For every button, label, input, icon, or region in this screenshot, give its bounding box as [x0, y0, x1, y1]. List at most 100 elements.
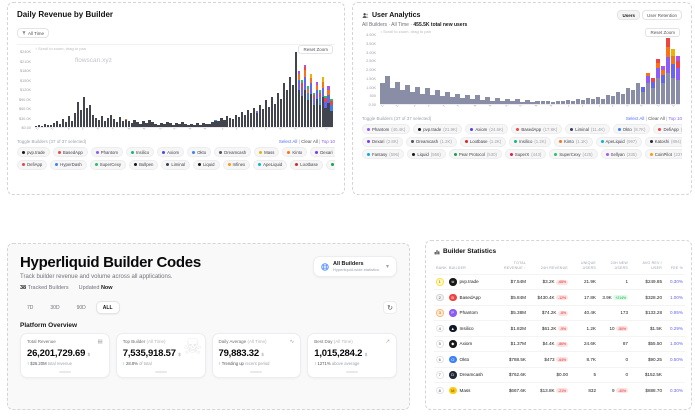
builder-legend-chip[interactable]: Liquid(556) [407, 149, 446, 159]
range-30d-button[interactable]: 30D [43, 301, 66, 314]
builder-legend-chip[interactable]: Okto(8.7K) [613, 124, 651, 134]
builder-legend-chip[interactable]: DefiApp(2.7K) [653, 124, 682, 134]
chart-bar [395, 35, 400, 104]
builder-legend-chip[interactable]: BasedApp(17.8K) [511, 124, 562, 134]
users-panel-title: User Analytics [372, 12, 420, 19]
top-10-link[interactable]: Top 10 [321, 139, 335, 144]
builder-legend-chip[interactable]: SuperCexy [90, 160, 126, 170]
table-row[interactable]: 1☠pvp.trade$7.54M$3.2K-68%21.9K1$249.850… [434, 274, 685, 290]
builder-legend-chip[interactable]: Dexari [310, 147, 335, 157]
builder-legend-chip[interactable]: CoinPilot(237) [645, 149, 682, 159]
builder-legend-chip[interactable]: Pear Protocol(530) [449, 149, 502, 159]
range-7d-button[interactable]: 7D [20, 301, 40, 314]
daily-average-value: 79,883.32 $ [219, 348, 295, 359]
builder-legend-chip[interactable]: Lootbase [290, 160, 323, 170]
builder-legend-chip[interactable]: pvp.trade(21.9K) [413, 124, 462, 134]
builder-legend-chip[interactable]: Dexari(2.8K) [362, 137, 403, 147]
clear-all-link[interactable]: Clear All [648, 116, 665, 121]
builder-legend-chip[interactable]: Okto [187, 147, 211, 157]
column-header[interactable]: Total Revenue ↕ [494, 259, 528, 274]
builder-legend-chip[interactable]: Pear Protocol [326, 160, 335, 170]
table-row[interactable]: 5◆Axiom$1.37M$4.4K-86%24.6K87$55.501.00% [434, 336, 685, 352]
fee-percent-link[interactable]: 0.50% [670, 357, 683, 362]
table-row[interactable]: 4▲Insilico$1.82M$61.2K-9%1.2K10-50%$1.5K… [434, 321, 685, 337]
builder-legend-chip[interactable]: SuperX(443) [505, 149, 546, 159]
builder-select-dropdown[interactable]: All Builders Hyperliquid-wide statistics… [313, 256, 397, 277]
builder-legend-chip[interactable]: Dreamcash(1.2K) [406, 137, 457, 147]
revenue-chart-plot[interactable] [35, 52, 333, 128]
builder-legend-chip[interactable]: BasedApp [53, 147, 88, 157]
total-revenue-cell: $7.54M [494, 274, 528, 290]
builder-legend-chip[interactable]: SuperCexy(425) [549, 149, 597, 159]
chart-bar [430, 35, 435, 104]
arrow-up-right-icon: ↗ [385, 339, 390, 345]
column-header: Fee % [664, 259, 685, 274]
select-all-link[interactable]: Select All [626, 116, 645, 121]
clear-all-link[interactable]: Clear All [301, 139, 318, 144]
x-tick-label: Aug 15 [293, 128, 308, 134]
fee-percent-link[interactable]: 0.29% [670, 326, 683, 331]
table-row[interactable]: 3PPhantom$5.38M$74.2K-8%40.4K173$133.280… [434, 305, 685, 321]
users-chart-plot[interactable] [380, 35, 680, 105]
builder-legend-chip[interactable]: Mass [254, 147, 279, 157]
users-tab-button[interactable]: Users [617, 10, 640, 20]
fee-percent-link[interactable]: 0.30% [670, 279, 683, 284]
builder-name: Okto [460, 357, 470, 362]
table-row[interactable]: 6OOkto$788.5K$473-64%8.7K0$90.250.50% [434, 352, 685, 368]
builder-legend-chip[interactable]: Axiom [157, 147, 184, 157]
builder-legend-chip[interactable]: Axiom(24.6K) [465, 124, 508, 134]
builder-name: Mass [460, 388, 471, 393]
card-label: Total Revenue [27, 339, 103, 344]
x-tick-label: Jun 15 [234, 128, 248, 134]
builder-legend-chip[interactable]: Lootbase(1.2K) [460, 137, 506, 147]
builder-legend-chip[interactable]: Sellyan(335) [601, 149, 642, 159]
table-row[interactable]: 2BBasedApp$5.84M$430.4K-12%17.8K3.9K+214… [434, 290, 685, 306]
builder-legend-chip[interactable]: pvp.trade [17, 147, 50, 157]
builder-legend-chip[interactable]: HyperDash [50, 160, 87, 170]
fee-percent-link[interactable]: 0.95% [670, 310, 683, 315]
fee-percent-link[interactable]: 1.00% [670, 295, 683, 300]
fee-percent-link[interactable]: 0.30% [670, 388, 683, 393]
chart-bar [520, 35, 525, 104]
y-tick-label: $180K [20, 69, 31, 73]
builder-name: Dreamcash [460, 372, 484, 377]
builder-legend-chip[interactable]: Dreamcash [214, 147, 251, 157]
fee-percent-link[interactable]: 1.00% [670, 341, 683, 346]
builder-legend-chip[interactable]: ApeLiquid [253, 160, 287, 170]
builder-legend-chip[interactable]: Katoshi(894) [645, 137, 682, 147]
builder-legend-chip[interactable]: Liquid [193, 160, 219, 170]
builder-legend-chip[interactable]: DefiApp [17, 160, 47, 170]
builder-legend-chip[interactable]: Phantom [91, 147, 123, 157]
unique-users-cell: 1.2K [570, 321, 598, 337]
table-row[interactable]: 8MMass$667.6K$13.8K-21%8329-40%$888.700.… [434, 383, 685, 399]
builder-legend-chip[interactable]: Liminal [161, 160, 190, 170]
table-row[interactable]: 7DDreamcash$762.6K$0.0050$152.5K [434, 367, 685, 383]
refresh-icon: ↻ [387, 304, 393, 312]
delta-badge: -12% [556, 295, 568, 300]
zoom-hint: ↕ Scroll to zoom, drag to pan [35, 46, 86, 51]
builder-legend-chip[interactable]: Bullpen [129, 160, 158, 170]
builder-legend-chip[interactable]: Fantasy(596) [362, 149, 404, 159]
y-tick-label: $60.0K [19, 107, 31, 111]
builder-legend-chip[interactable]: Kinto(1.1K) [554, 137, 593, 147]
builder-legend-chip[interactable]: Kinto [282, 147, 307, 157]
builder-legend-chip[interactable]: Infinex [223, 160, 251, 170]
column-header: Rank [434, 259, 447, 274]
select-all-link[interactable]: Select All [279, 139, 298, 144]
builder-legend-chip[interactable]: ApeLiquid(997) [596, 137, 642, 147]
user-retention-tab-button[interactable]: User Retention [642, 10, 682, 20]
refresh-button[interactable]: ↻ [383, 301, 397, 314]
range-90d-button[interactable]: 90D [70, 301, 93, 314]
builder-legend-chip[interactable]: Phantom(40.4K) [362, 124, 410, 134]
range-all-button[interactable]: ALL [96, 301, 120, 314]
builder-legend-chip[interactable]: Liminal(11.4K) [565, 124, 609, 134]
top-10-link[interactable]: Top 10 [668, 116, 682, 121]
card-footer-bar [346, 371, 358, 373]
chart-bar [480, 35, 485, 104]
time-filter-chip[interactable]: All Time [17, 28, 49, 38]
legend-row: DefiAppHyperDashSuperCexyBullpenLiminalL… [17, 160, 335, 170]
builder-legend-chip[interactable]: Insilico(1.2K) [509, 137, 551, 147]
new-users-24h-cell: 9-40% [598, 383, 630, 399]
builder-legend-chip[interactable]: Insilico [126, 147, 154, 157]
unique-users-cell: 832 [570, 383, 598, 399]
